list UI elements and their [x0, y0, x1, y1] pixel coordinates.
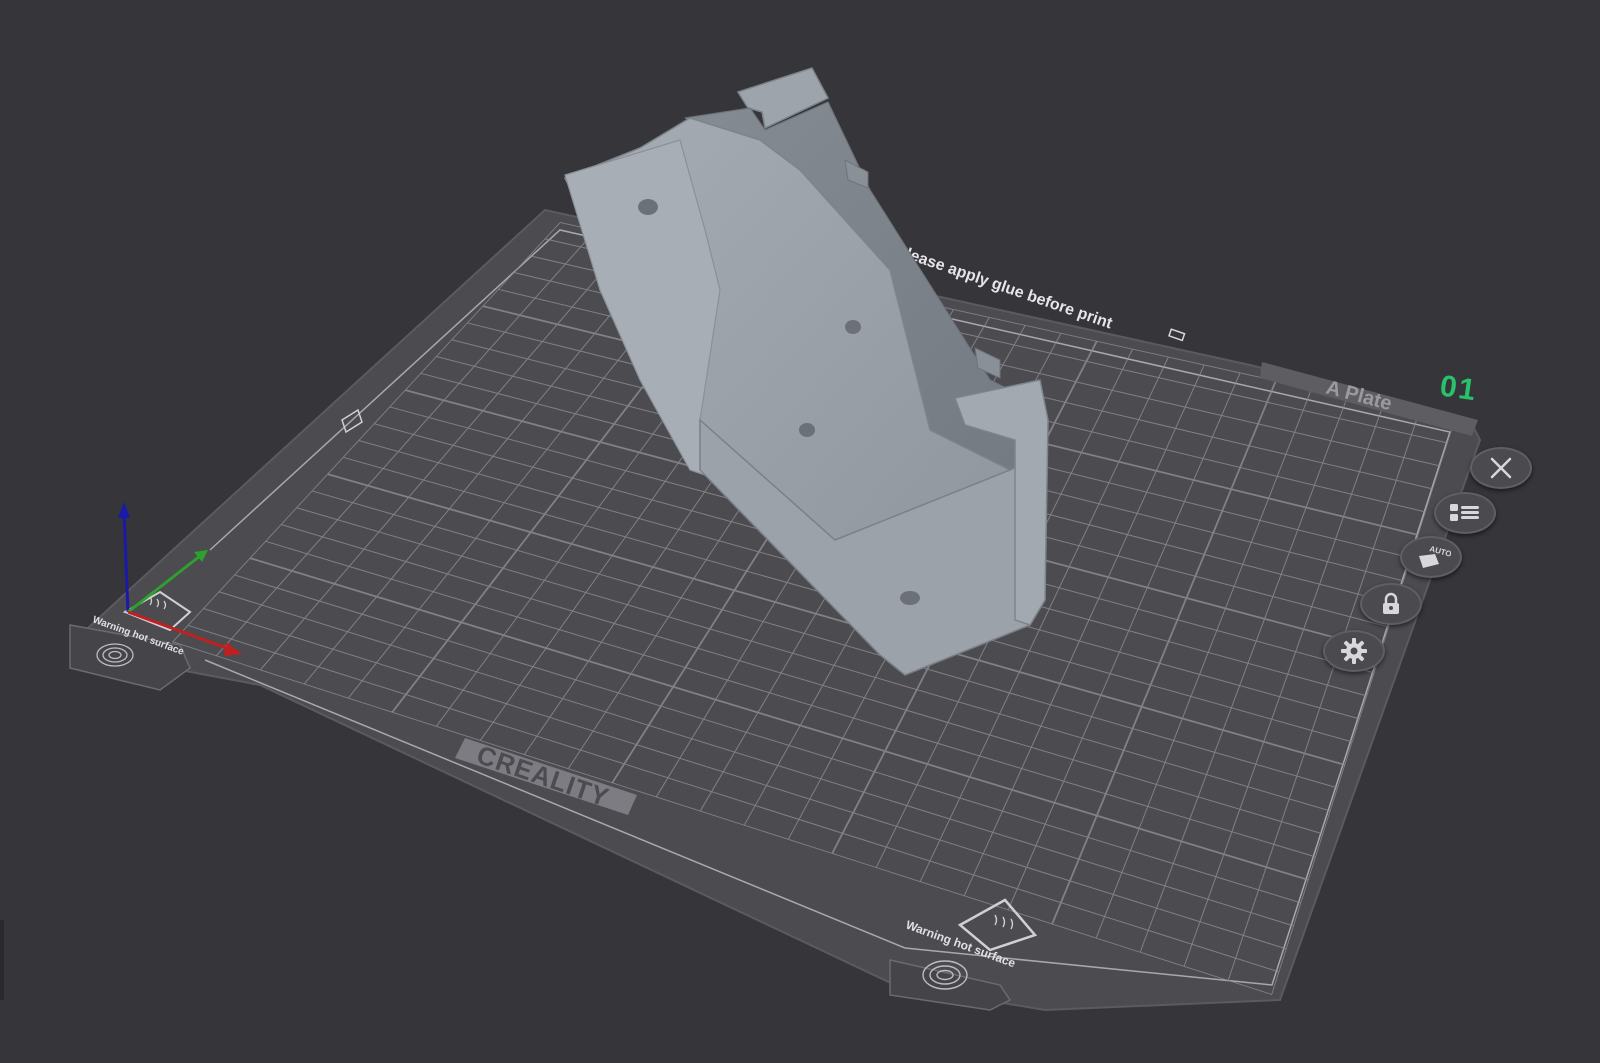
model-hole-2: [845, 320, 861, 334]
pencil-icon: [1168, 328, 1186, 342]
close-plate-button[interactable]: [1470, 447, 1532, 489]
lock-icon: [1383, 592, 1399, 614]
plate-number: 01: [1437, 369, 1480, 408]
model-hole-3: [799, 423, 815, 437]
model-hole-4: [900, 591, 920, 605]
left-panel-edge[interactable]: [0, 920, 4, 1000]
gear-icon: [1341, 638, 1367, 664]
3d-viewport[interactable]: A Plate CREALITY lease apply glue before…: [0, 0, 1600, 1063]
auto-orient-icon: AUTO: [1419, 544, 1451, 568]
settings-button[interactable]: [1323, 630, 1385, 672]
arrange-button[interactable]: [1434, 492, 1496, 534]
lock-button[interactable]: [1360, 583, 1422, 625]
list-icon: [1450, 504, 1479, 521]
auto-orient-button[interactable]: AUTO: [1400, 536, 1462, 578]
close-icon: [1490, 457, 1512, 479]
model-hole-1: [638, 199, 658, 215]
axis-z-arrow: [118, 502, 130, 518]
